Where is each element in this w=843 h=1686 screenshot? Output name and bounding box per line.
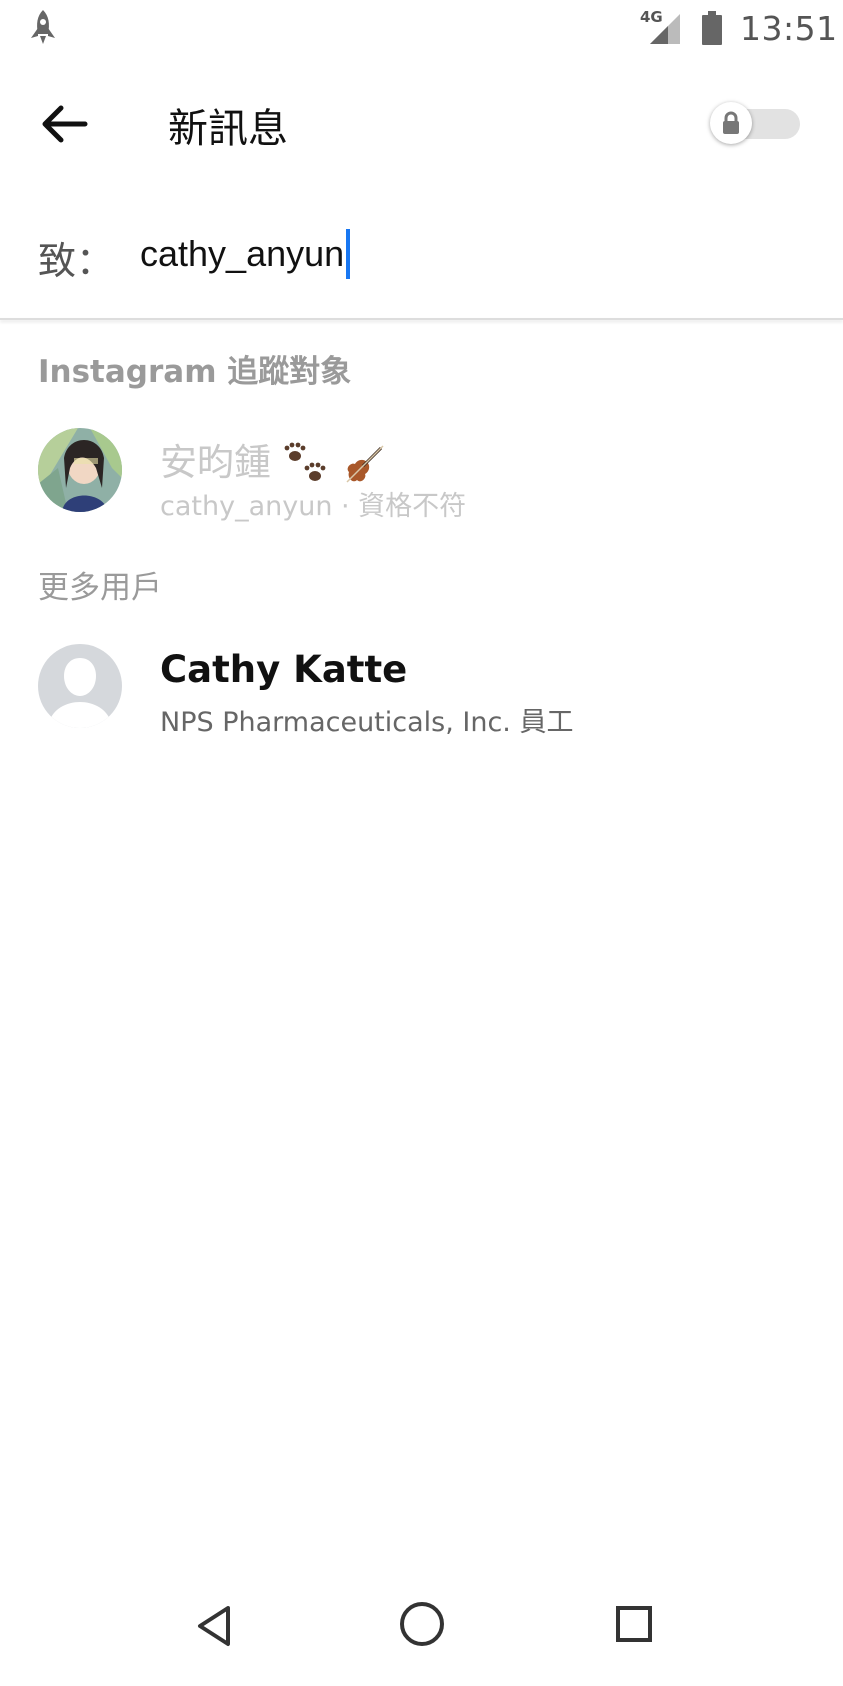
battery-icon bbox=[702, 11, 722, 45]
recipient-row: 致： cathy_anyun bbox=[0, 214, 843, 296]
contact-subtitle: NPS Pharmaceuticals, Inc. 員工 bbox=[160, 707, 574, 738]
recipient-input-value: cathy_anyun bbox=[140, 233, 345, 274]
section-header-more-users: 更多用戶 bbox=[38, 570, 162, 606]
nav-back-icon[interactable] bbox=[192, 1602, 236, 1650]
avatar bbox=[38, 428, 122, 512]
recipient-label: 致： bbox=[38, 239, 115, 283]
contact-name-text: 安昀鍾 bbox=[160, 441, 271, 484]
nav-recents-icon[interactable] bbox=[614, 1602, 654, 1646]
secret-conversation-toggle[interactable] bbox=[710, 102, 802, 144]
contact-name: Cathy Katte bbox=[160, 648, 408, 691]
section-header-instagram: Instagram 追蹤對象 bbox=[38, 354, 352, 390]
toggle-knob bbox=[710, 102, 752, 144]
text-caret bbox=[346, 229, 351, 279]
violin-icon bbox=[346, 444, 384, 483]
contact-name: 安昀鍾 bbox=[160, 432, 387, 488]
new-message-screen: 4G 13:51 新訊息 致： cathy_anyun Instagram 追蹤… bbox=[0, 0, 843, 1686]
header-divider bbox=[0, 318, 843, 320]
page-title: 新訊息 bbox=[168, 106, 288, 152]
header: 新訊息 bbox=[0, 80, 843, 166]
contact-row-instagram: 安昀鍾 cathy_anyun · 資格不符 bbox=[0, 420, 843, 522]
arrow-left-icon bbox=[42, 105, 88, 143]
nav-home-icon[interactable] bbox=[398, 1600, 446, 1648]
recipient-input[interactable]: cathy_anyun bbox=[140, 228, 780, 280]
back-button[interactable] bbox=[34, 94, 94, 154]
paw-prints-icon bbox=[284, 442, 326, 481]
system-nav-bar bbox=[0, 1580, 843, 1686]
rocket-icon bbox=[31, 10, 55, 44]
status-bar: 4G 13:51 bbox=[0, 0, 843, 58]
signal-icon bbox=[650, 14, 680, 44]
contact-row-more-users[interactable]: Cathy Katte NPS Pharmaceuticals, Inc. 員工 bbox=[0, 636, 843, 738]
clock: 13:51 bbox=[740, 9, 838, 48]
avatar-placeholder bbox=[38, 644, 122, 728]
contact-subtitle: cathy_anyun · 資格不符 bbox=[160, 491, 467, 522]
lock-icon bbox=[723, 111, 739, 134]
